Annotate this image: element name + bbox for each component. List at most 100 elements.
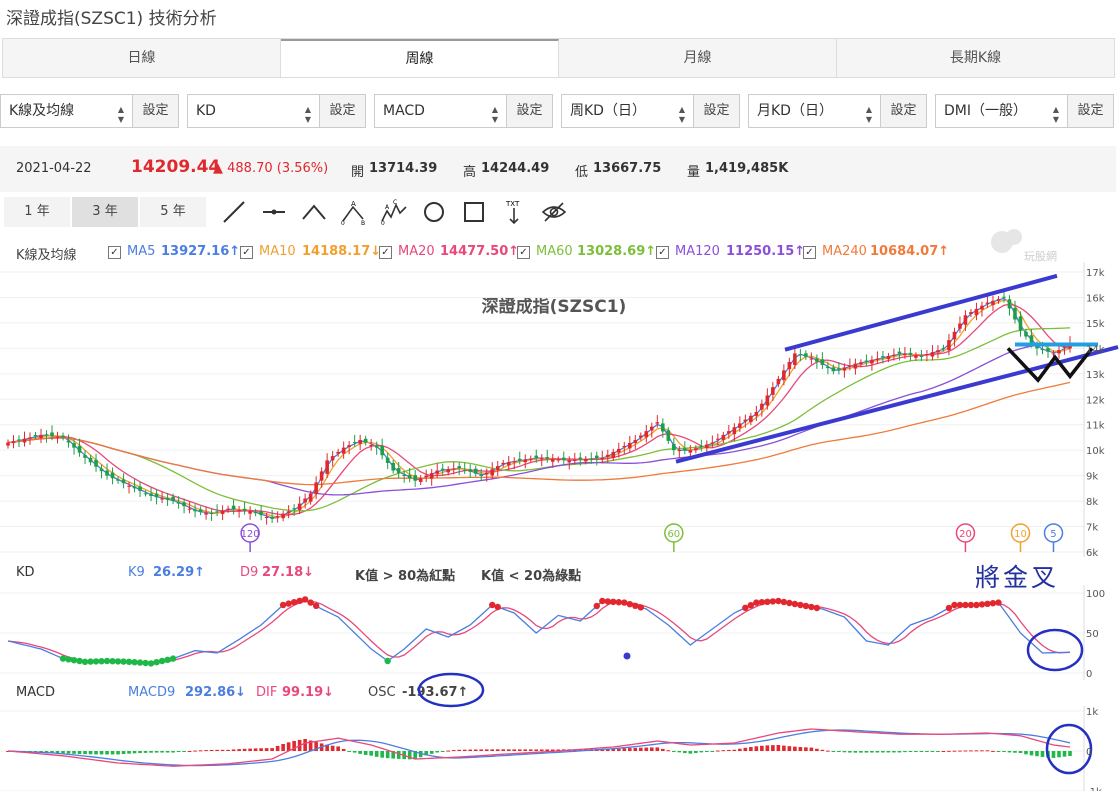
range-5y-button[interactable]: 5 年	[140, 197, 206, 227]
candle-body	[209, 512, 214, 514]
kd-green-dot	[384, 657, 391, 665]
settings-button-2[interactable]: 設定	[320, 94, 366, 128]
ma10-checkbox[interactable]: ✓	[240, 246, 253, 259]
ma-marker-label: 60	[667, 529, 680, 540]
price-chart[interactable]: 深證成指(SZSC1) 17k 16k 15k 14k 13k 12k 11k 10k 9k 8k…	[0, 262, 1120, 557]
osc-bar	[61, 751, 65, 754]
settings-button-5[interactable]: 設定	[881, 94, 927, 128]
candle-body	[116, 479, 120, 481]
osc-bar	[1035, 751, 1039, 757]
osc-bar	[683, 751, 687, 754]
candle-body	[798, 354, 803, 356]
osc-bar	[138, 751, 142, 754]
kd-green-dot	[136, 659, 144, 666]
osc-bar	[165, 751, 170, 753]
macd-chart[interactable]: 1k 0 -1k	[0, 706, 1120, 791]
kd-lines	[7, 598, 1071, 665]
ma5-checkbox[interactable]: ✓	[108, 246, 121, 259]
kd-red-dot	[808, 603, 815, 611]
hide-drawings-icon[interactable]	[541, 199, 567, 225]
settings-button-3[interactable]: 設定	[507, 94, 553, 128]
osc-bar	[259, 748, 263, 751]
osc-bar	[760, 745, 764, 751]
candle-body	[567, 460, 572, 463]
osc-bar	[677, 751, 682, 753]
indicator-select-3[interactable]: MACD ▲ ▼	[374, 94, 507, 128]
indicator-select-6[interactable]: DMI（一般） ▲ ▼	[935, 94, 1068, 128]
osc-bar	[616, 748, 621, 751]
candle-body	[61, 435, 65, 438]
candle-body	[523, 459, 528, 463]
settings-button-6[interactable]: 設定	[1068, 94, 1114, 128]
ma60-checkbox[interactable]: ✓	[517, 246, 530, 259]
circle-tool-icon[interactable]	[421, 199, 447, 225]
rectangle-tool-icon[interactable]	[461, 199, 487, 225]
kd-green-dot	[169, 655, 177, 662]
osc-bar	[429, 751, 434, 754]
tab-long-term[interactable]: 長期K線	[837, 39, 1114, 77]
osc-bar	[193, 750, 197, 752]
abc-wave-tool-icon[interactable]: A 0 B	[341, 199, 367, 225]
osc-bar	[743, 747, 748, 751]
tab-monthly[interactable]: 月線	[559, 39, 837, 77]
trendline-tool-icon[interactable]	[221, 199, 247, 225]
ma20-checkbox[interactable]: ✓	[379, 246, 392, 259]
indicator-select-4[interactable]: 周KD（日） ▲ ▼	[561, 94, 694, 128]
range-3y-button[interactable]: 3 年	[72, 197, 138, 227]
kd-stray-dot	[623, 652, 631, 660]
osc-bar	[176, 751, 181, 752]
horizontal-line-tool-icon[interactable]	[261, 199, 287, 225]
high-value: 14244.49	[481, 161, 550, 176]
indicator-select-1[interactable]: K線及均線 ▲ ▼	[0, 94, 133, 128]
settings-button-1[interactable]: 設定	[133, 94, 179, 128]
candle-body	[413, 475, 417, 481]
osc-bar	[1057, 751, 1061, 758]
candle-body	[694, 448, 698, 451]
osc-bar	[545, 749, 550, 751]
candle-body	[534, 455, 539, 458]
osc-bar	[215, 749, 219, 751]
kd-chart[interactable]: 100500	[0, 585, 1120, 680]
osc-bar	[396, 751, 401, 759]
watermark-text: 玩股網	[1024, 249, 1057, 263]
range-1y-button[interactable]: 1 年	[4, 197, 70, 227]
kd-red-dot	[967, 601, 975, 609]
candle-body	[655, 422, 660, 424]
kd-red-dot	[494, 603, 501, 611]
candle-body	[793, 353, 797, 365]
candle-body	[446, 469, 451, 473]
ma120-checkbox[interactable]: ✓	[656, 246, 669, 259]
osc-bar	[820, 749, 825, 751]
indicator-select-5[interactable]: 月KD（日） ▲ ▼	[748, 94, 881, 128]
osc-bar	[517, 749, 522, 751]
text-tool-icon[interactable]: TXT	[501, 199, 527, 225]
candle-body	[903, 354, 907, 356]
candle-body	[996, 299, 1001, 301]
kd-red-dot	[747, 602, 755, 609]
indicator-select-2[interactable]: KD ▲ ▼	[187, 94, 320, 128]
candle-body	[771, 387, 775, 395]
candle-body	[539, 458, 544, 460]
tab-weekly[interactable]: 周線	[281, 39, 559, 77]
osc-bar	[204, 750, 208, 752]
ma240-checkbox[interactable]: ✓	[803, 246, 816, 259]
angle-tool-icon[interactable]	[301, 199, 327, 225]
elliott-wave-tool-icon[interactable]: CA 0	[381, 199, 407, 225]
candle-body	[11, 441, 16, 444]
osc-bar	[710, 751, 715, 752]
price-tick-label: 9k	[1086, 472, 1098, 483]
osc-bar	[281, 743, 285, 751]
candle-body	[55, 436, 60, 438]
kd-red-dot	[621, 599, 628, 606]
osc-bar	[754, 746, 759, 751]
open-label: 開	[351, 165, 365, 180]
osc-bar	[88, 751, 93, 755]
tab-daily[interactable]: 日線	[3, 39, 281, 77]
selector-group-5: 月KD（日） ▲ ▼ 設定	[748, 94, 927, 128]
settings-button-4[interactable]: 設定	[694, 94, 740, 128]
ma5-value: 13927.16↑	[161, 244, 241, 259]
candle-body	[886, 356, 891, 360]
candle-body	[138, 486, 142, 491]
osc-bar	[881, 751, 885, 753]
osc-bar	[826, 750, 830, 752]
